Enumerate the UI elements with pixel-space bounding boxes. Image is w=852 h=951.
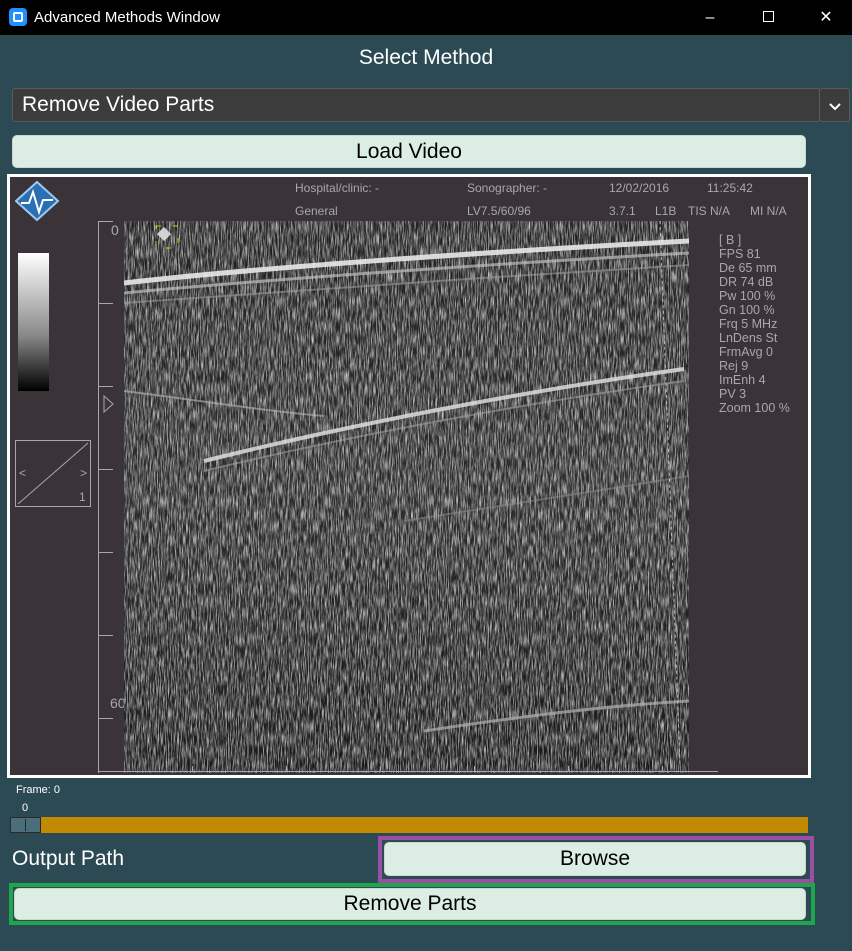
exam-date: 12/02/2016 bbox=[609, 181, 670, 195]
mode-info: L1B bbox=[655, 204, 677, 218]
param-fps: FPS 81 bbox=[719, 247, 761, 261]
hospital-info: Hospital/clinic: - bbox=[295, 181, 380, 195]
remove-parts-button[interactable]: Remove Parts bbox=[14, 888, 806, 920]
frame-label: Frame: 0 bbox=[16, 784, 61, 796]
param-depth: De 65 mm bbox=[719, 261, 777, 275]
output-path-label: Output Path bbox=[12, 847, 125, 870]
maximize-button[interactable] bbox=[739, 0, 797, 35]
method-dropdown[interactable]: Remove Video Parts bbox=[12, 88, 820, 122]
param-dynamic-range: DR 74 dB bbox=[719, 275, 774, 289]
frame-slider-value: 0 bbox=[22, 802, 29, 814]
param-image-enhance: ImEnh 4 bbox=[719, 373, 766, 387]
minimize-button[interactable]: – bbox=[681, 0, 739, 35]
param-frequency: Frq 5 MHz bbox=[719, 317, 778, 331]
tis-info: TIS N/A bbox=[688, 204, 731, 218]
maximize-icon bbox=[762, 11, 774, 22]
ultrasound-logo-icon bbox=[15, 180, 60, 222]
chevron-down-icon bbox=[828, 103, 841, 111]
probe-info: LV7.5/60/96 bbox=[467, 204, 531, 218]
imaging-parameters: [ B ] FPS 81 De 65 mm DR 74 dB Pw 100 % … bbox=[719, 233, 790, 415]
depth-top-label: 0 bbox=[111, 222, 119, 238]
depth-ruler bbox=[98, 221, 118, 773]
browse-button[interactable]: Browse bbox=[384, 842, 806, 876]
preset-info: General bbox=[295, 204, 338, 218]
version-info: 3.7.1 bbox=[609, 204, 636, 218]
param-line-density: LnDens St bbox=[719, 331, 778, 345]
zoom-indicator: < > 1 bbox=[15, 440, 91, 507]
ultrasound-image bbox=[124, 221, 689, 773]
grayscale-bar bbox=[18, 253, 49, 391]
zoom-left: < bbox=[19, 466, 27, 480]
bottom-axis bbox=[98, 766, 718, 772]
sonographer-info: Sonographer: - bbox=[467, 181, 548, 195]
select-method-label: Select Method bbox=[358, 46, 494, 69]
param-zoom: Zoom 100 % bbox=[719, 401, 790, 415]
title-bar: Advanced Methods Window – ✕ bbox=[0, 0, 852, 35]
mi-info: MI N/A bbox=[750, 204, 787, 218]
window-title: Advanced Methods Window bbox=[34, 9, 220, 26]
param-mode: [ B ] bbox=[719, 233, 742, 247]
dropdown-toggle-button[interactable] bbox=[819, 88, 850, 122]
exam-time: 11:25:42 bbox=[707, 181, 753, 195]
param-reject: Rej 9 bbox=[719, 359, 749, 373]
zoom-value: 1 bbox=[79, 490, 86, 504]
frame-slider-handle[interactable] bbox=[10, 817, 41, 833]
close-button[interactable]: ✕ bbox=[797, 0, 852, 35]
zoom-right: > bbox=[80, 466, 88, 480]
param-gain: Gn 100 % bbox=[719, 303, 775, 317]
video-preview: Hospital/clinic: - Sonographer: - 12/02/… bbox=[7, 174, 811, 778]
focus-marker-icon bbox=[103, 395, 114, 413]
param-pv: PV 3 bbox=[719, 387, 747, 401]
load-video-button[interactable]: Load Video bbox=[12, 135, 806, 168]
param-frame-averaging: FrmAvg 0 bbox=[719, 345, 773, 359]
app-icon bbox=[9, 8, 27, 26]
frame-slider[interactable] bbox=[10, 817, 808, 833]
param-power: Pw 100 % bbox=[719, 289, 776, 303]
